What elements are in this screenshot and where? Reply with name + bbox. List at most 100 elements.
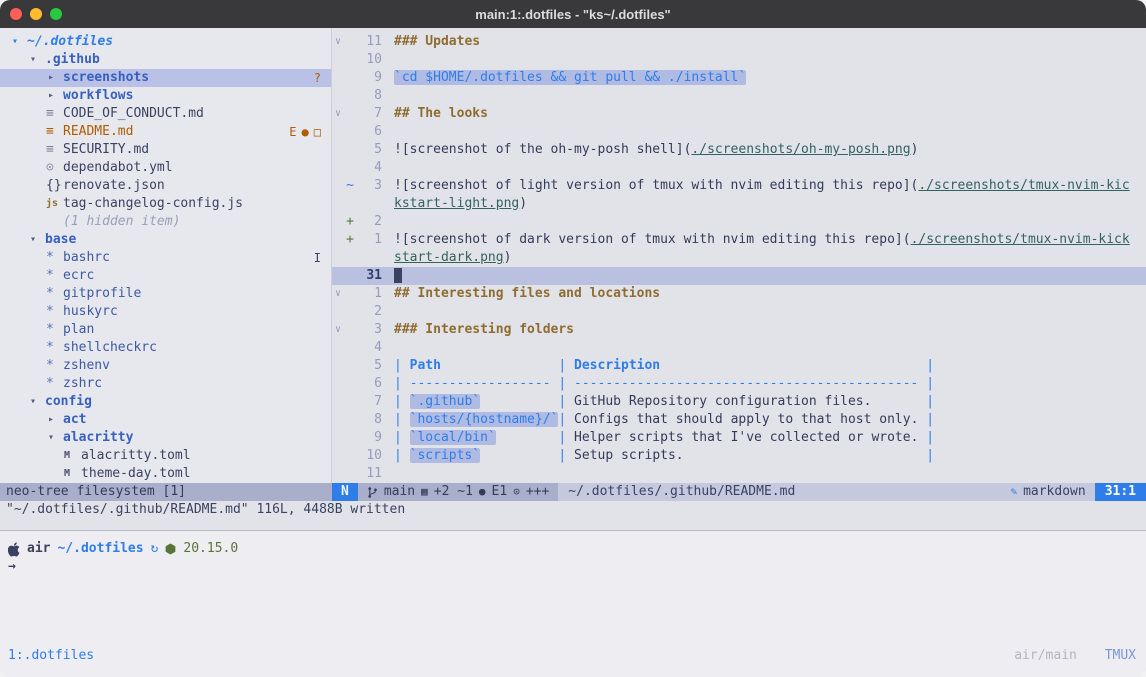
editor-line-12[interactable]: start-dark.png) <box>332 249 1146 267</box>
tree-item-config[interactable]: ▾config <box>0 393 331 411</box>
tree-item-base[interactable]: ▾base <box>0 231 331 249</box>
editor-line-10[interactable]: +2 <box>332 213 1146 231</box>
chevron-down-icon[interactable]: ▾ <box>46 429 63 447</box>
sign-column <box>344 141 356 159</box>
sign-column <box>344 465 356 483</box>
editor-line-0[interactable]: ∨ 11### Updates <box>332 33 1146 51</box>
chevron-right-icon[interactable]: ▸ <box>46 411 63 429</box>
tree-item-readme-md[interactable]: ≡README.mdE●□ <box>0 123 331 141</box>
syntax-segment: ./screenshots/oh-my-posh.png <box>691 142 910 157</box>
file-icon: {} <box>46 177 63 195</box>
tree-item-plan[interactable]: *plan <box>0 321 331 339</box>
sign-column <box>344 159 356 177</box>
tree-item-screenshots[interactable]: ▸screenshots? <box>0 69 331 87</box>
tree-item-ecrc[interactable]: *ecrc <box>0 267 331 285</box>
editor-line-5[interactable]: 6 <box>332 123 1146 141</box>
neotree-panel[interactable]: ▾~/.dotfiles▾.github▸screenshots?▸workfl… <box>0 28 332 483</box>
chevron-right-icon[interactable]: ▸ <box>46 87 63 105</box>
line-number: 5 <box>356 141 382 159</box>
tree-item-renovate-json[interactable]: {}renovate.json <box>0 177 331 195</box>
editor-line-8[interactable]: ~3![screenshot of light version of tmux … <box>332 177 1146 195</box>
tree-item-1-hidden-item[interactable]: (1 hidden item) <box>0 213 331 231</box>
line-number: 2 <box>356 213 382 231</box>
tree-item-github[interactable]: ▾.github <box>0 51 331 69</box>
tmux-right-status: air/main TMUX <box>1014 647 1136 665</box>
editor-line-3[interactable]: 8 <box>332 87 1146 105</box>
cursor-position: 31:1 <box>1095 483 1146 501</box>
editor-line-13[interactable]: 31 <box>332 267 1146 285</box>
editor-line-7[interactable]: 4 <box>332 159 1146 177</box>
minimize-button[interactable] <box>30 8 42 20</box>
syntax-segment: | <box>394 358 410 373</box>
line-number: 4 <box>356 159 382 177</box>
shell-pane[interactable]: air ~/.dotfiles ↻ 20.15.0 → 1:.dotfiles … <box>0 531 1146 677</box>
sign-column <box>344 51 356 69</box>
tree-item-label: plan <box>63 321 94 339</box>
tree-item-dependabot-yml[interactable]: ⊙dependabot.yml <box>0 159 331 177</box>
tree-item-shellcheckrc[interactable]: *shellcheckrc <box>0 339 331 357</box>
editor-line-19[interactable]: 6| ------------------ | ----------------… <box>332 375 1146 393</box>
syntax-segment: | <box>558 430 574 445</box>
editor-line-23[interactable]: 10| `scripts` | Setup scripts. | <box>332 447 1146 465</box>
fold-arrow-icon[interactable]: ∨ <box>332 321 344 339</box>
gitsign-icon: ~ <box>344 177 356 195</box>
tree-item-code-of-conduct-md[interactable]: ≡CODE_OF_CONDUCT.md <box>0 105 331 123</box>
editor-line-2[interactable]: 9`cd $HOME/.dotfiles && git pull && ./in… <box>332 69 1146 87</box>
tree-item-alacritty[interactable]: ▾alacritty <box>0 429 331 447</box>
tree-item-zshenv[interactable]: *zshenv <box>0 357 331 375</box>
tree-item-workflows[interactable]: ▸workflows <box>0 87 331 105</box>
tree-item-dotfiles[interactable]: ▾~/.dotfiles <box>0 33 331 51</box>
sign-column <box>344 285 356 303</box>
fold-arrow-icon[interactable]: ∨ <box>332 105 344 123</box>
vim-cmdline-message: "~/.dotfiles/.github/README.md" 116L, 44… <box>0 501 1146 519</box>
line-text: kstart-light.png) <box>382 195 527 213</box>
editor-line-9[interactable]: kstart-light.png) <box>332 195 1146 213</box>
vim-mode-badge: N <box>332 483 358 501</box>
syntax-segment: ) <box>519 196 527 211</box>
tree-item-zshrc[interactable]: *zshrc <box>0 375 331 393</box>
prompt-arrow-icon: → <box>8 559 16 574</box>
editor-line-17[interactable]: 4 <box>332 339 1146 357</box>
tree-item-tag-changelog-config-js[interactable]: jstag-changelog-config.js <box>0 195 331 213</box>
hostname-label: air <box>27 540 50 558</box>
tree-item-security-md[interactable]: ≡SECURITY.md <box>0 141 331 159</box>
editor-line-1[interactable]: 10 <box>332 51 1146 69</box>
tree-item-act[interactable]: ▸act <box>0 411 331 429</box>
editor-line-11[interactable]: +1![screenshot of dark version of tmux w… <box>332 231 1146 249</box>
line-text: | `local/bin` | Helper scripts that I've… <box>382 429 934 447</box>
editor-line-6[interactable]: 5![screenshot of the oh-my-posh shell](.… <box>332 141 1146 159</box>
editor-buffer[interactable]: ∨ 11### Updates 10 9`cd $HOME/.dotfiles … <box>332 28 1146 483</box>
tree-item-bashrc[interactable]: *bashrcI <box>0 249 331 267</box>
chevron-down-icon[interactable]: ▾ <box>28 393 45 411</box>
tree-item-theme-day-toml[interactable]: Mtheme-day.toml <box>0 465 331 483</box>
editor-line-4[interactable]: ∨ 7## The looks <box>332 105 1146 123</box>
zoom-button[interactable] <box>50 8 62 20</box>
editor-line-22[interactable]: 9| `local/bin` | Helper scripts that I'v… <box>332 429 1146 447</box>
editor-line-14[interactable]: ∨ 1## Interesting files and locations <box>332 285 1146 303</box>
fold-column <box>332 339 344 357</box>
editor-line-20[interactable]: 7| `.github` | GitHub Repository configu… <box>332 393 1146 411</box>
editor-line-15[interactable]: 2 <box>332 303 1146 321</box>
editor-line-21[interactable]: 8| `hosts/{hostname}/`| Configs that sho… <box>332 411 1146 429</box>
chevron-down-icon[interactable]: ▾ <box>28 231 45 249</box>
close-button[interactable] <box>10 8 22 20</box>
fold-arrow-icon[interactable]: ∨ <box>332 285 344 303</box>
editor-line-16[interactable]: ∨ 3### Interesting folders <box>332 321 1146 339</box>
chevron-right-icon[interactable]: ▸ <box>46 69 63 87</box>
tmux-window-label[interactable]: 1:.dotfiles <box>8 647 94 665</box>
chevron-down-icon[interactable]: ▾ <box>10 33 27 51</box>
titlebar[interactable]: main:1:.dotfiles - "ks~/.dotfiles" <box>0 0 1146 28</box>
shell-input-line[interactable]: → <box>0 558 1146 576</box>
syntax-segment: Setup scripts. <box>574 448 926 463</box>
editor-line-18[interactable]: 5| Path | Description | <box>332 357 1146 375</box>
tree-item-alacritty-toml[interactable]: Malacritty.toml <box>0 447 331 465</box>
editor-line-24[interactable]: 11 <box>332 465 1146 483</box>
chevron-down-icon[interactable]: ▾ <box>28 51 45 69</box>
fold-arrow-icon[interactable]: ∨ <box>332 33 344 51</box>
file-icon: ≡ <box>46 141 63 159</box>
line-number: 7 <box>356 105 382 123</box>
tree-item-gitprofile[interactable]: *gitprofile <box>0 285 331 303</box>
tree-item-huskyrc[interactable]: *huskyrc <box>0 303 331 321</box>
syntax-segment: Path <box>410 358 441 373</box>
file-icon: * <box>46 321 63 339</box>
